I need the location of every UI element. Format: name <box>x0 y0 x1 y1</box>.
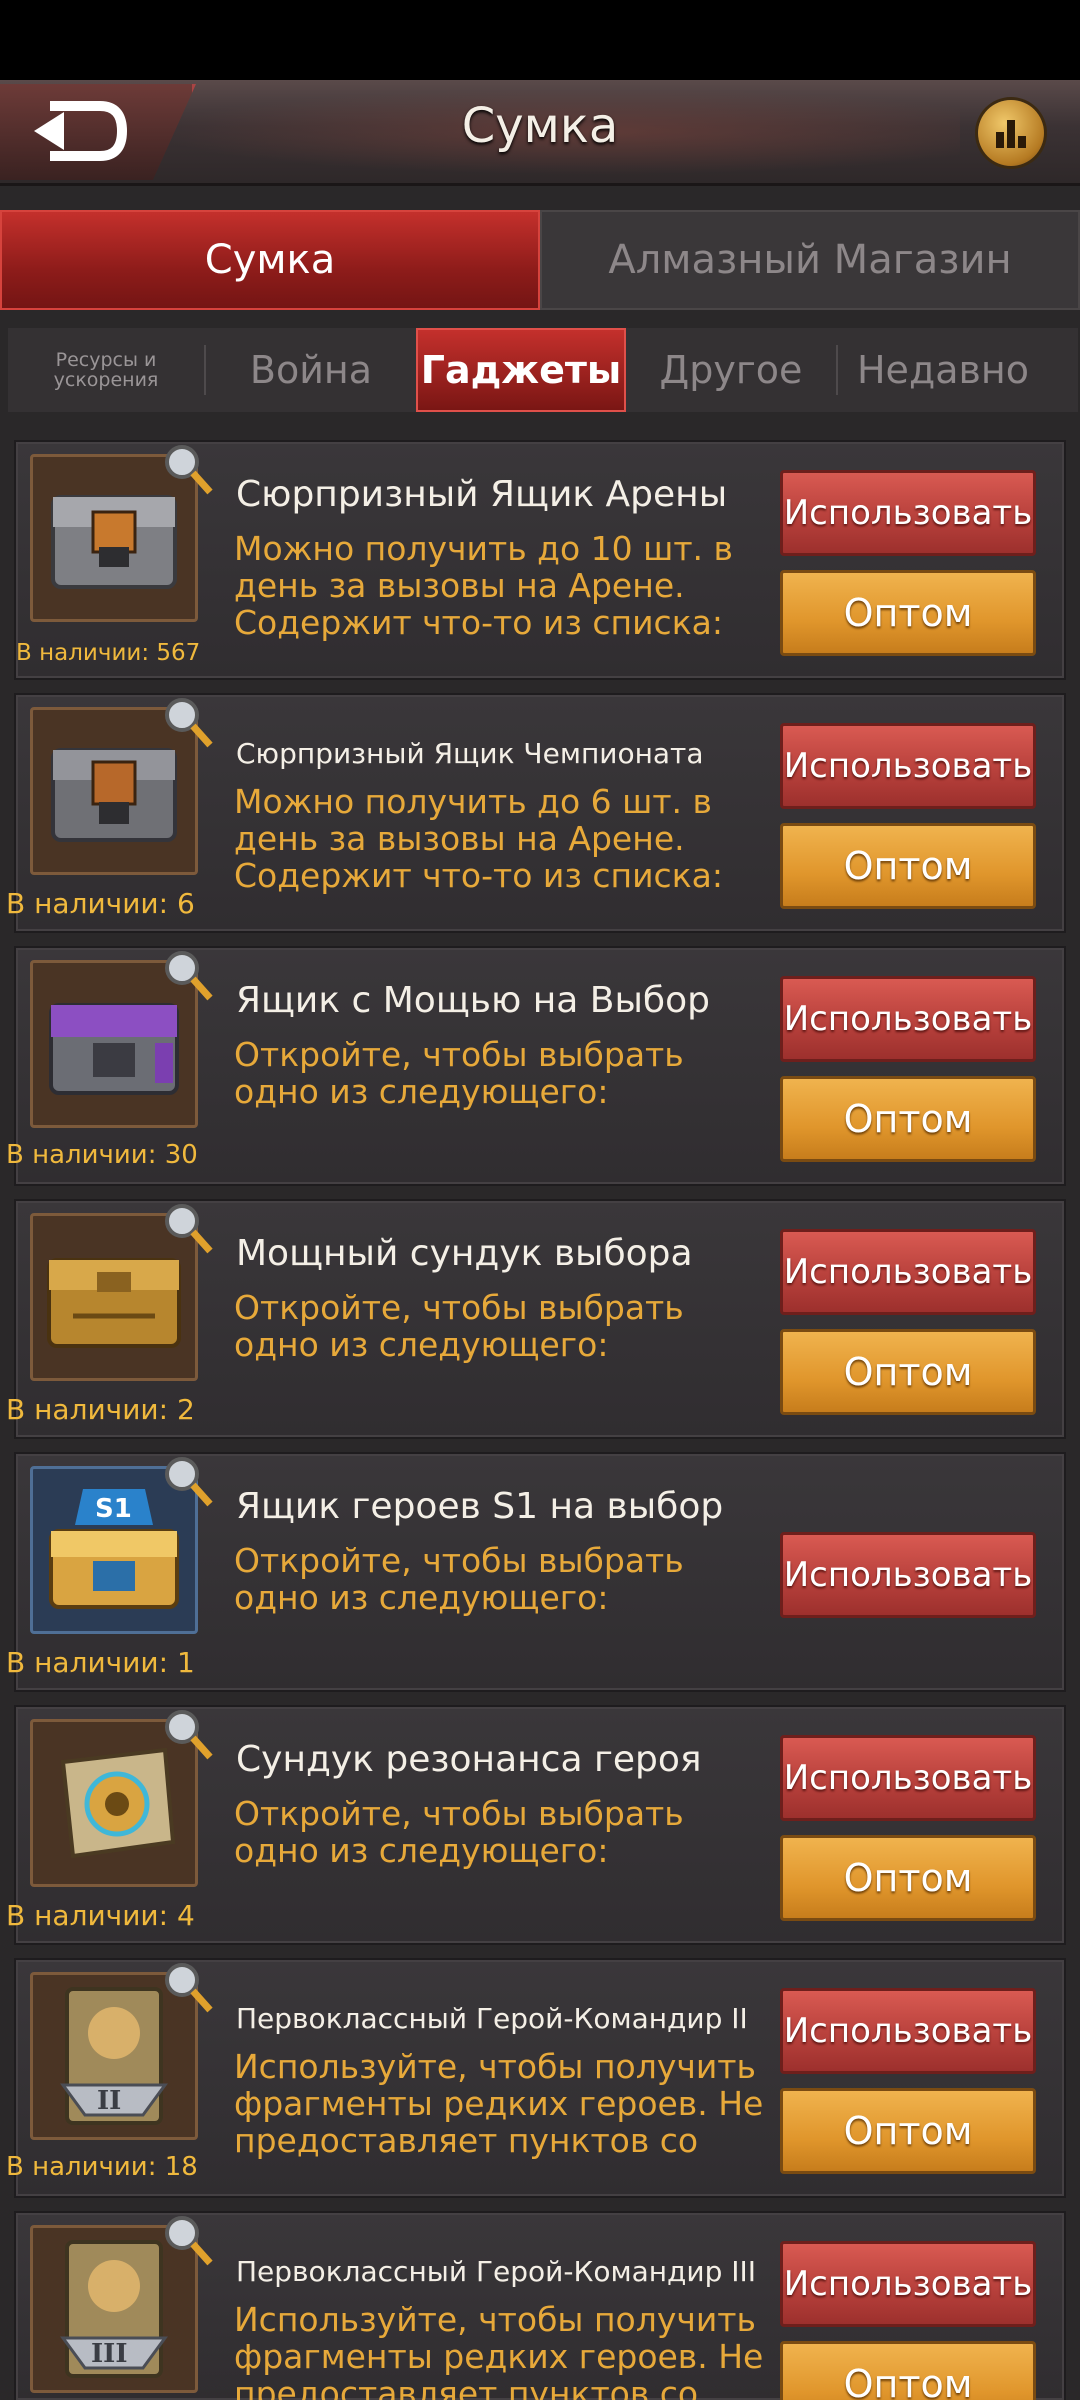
use-button[interactable]: Использовать <box>780 1735 1036 1821</box>
main-tabs: Сумка Алмазный Магазин <box>0 210 1080 310</box>
list-item: В наличии: 4 Сундук резонанса героя Откр… <box>6 1705 1066 1945</box>
list-item: В наличии: 6 Сюрпризный Ящик Чемпионата … <box>6 693 1066 933</box>
magnifier-icon[interactable] <box>160 442 216 498</box>
magnifier-icon[interactable] <box>160 948 216 1004</box>
magnifier-icon[interactable] <box>160 1707 216 1763</box>
item-description: Можно получить до 6 шт. в день за вызовы… <box>234 783 723 894</box>
tab-diamond-shop[interactable]: Алмазный Магазин <box>540 210 1080 310</box>
item-description: Используйте, чтобы получить фрагменты ре… <box>234 2301 764 2400</box>
magnifier-icon[interactable] <box>160 695 216 751</box>
item-description: Откройте, чтобы выбрать одно из следующе… <box>234 1542 684 1616</box>
item-title: Первоклассный Герой-Командир III <box>236 2255 757 2288</box>
list-item: S1 В наличии: 1 Ящик героев S1 на выбор … <box>6 1452 1066 1692</box>
tab-bag[interactable]: Сумка <box>0 210 540 310</box>
item-description: Откройте, чтобы выбрать одно из следующе… <box>234 1289 684 1363</box>
item-count: В наличии: 30 <box>6 1140 198 1170</box>
svg-text:II: II <box>97 2086 121 2116</box>
stats-button[interactable] <box>978 100 1044 166</box>
item-description: Откройте, чтобы выбрать одно из следующе… <box>234 1795 684 1869</box>
bulk-button[interactable]: Оптом <box>780 2088 1036 2174</box>
item-title: Сюрпризный Ящик Чемпионата <box>236 737 704 770</box>
bulk-button[interactable]: Оптом <box>780 1329 1036 1415</box>
tab-other[interactable]: Другое <box>626 328 836 412</box>
item-count: В наличии: 18 <box>6 2152 198 2182</box>
tab-gadgets[interactable]: Гаджеты <box>416 328 626 412</box>
bulk-button[interactable]: Оптом <box>780 823 1036 909</box>
bulk-button[interactable]: Оптом <box>780 2341 1036 2400</box>
page-title: Сумка <box>461 98 619 154</box>
tab-recent[interactable]: Недавно <box>838 328 1048 412</box>
bulk-button[interactable]: Оптом <box>780 570 1036 656</box>
item-count: В наличии: 6 <box>6 887 195 920</box>
use-button[interactable]: Использовать <box>780 723 1036 809</box>
item-title: Сундук резонанса героя <box>236 1739 702 1780</box>
item-count: В наличии: 2 <box>6 1393 195 1426</box>
top-bar: Сумка <box>0 80 1080 186</box>
svg-text:III: III <box>91 2339 128 2369</box>
list-item: В наличии: 2 Мощный сундук выбора Открой… <box>6 1199 1066 1439</box>
use-button[interactable]: Использовать <box>780 1988 1036 2074</box>
use-button[interactable]: Использовать <box>780 976 1036 1062</box>
item-count: В наличии: 4 <box>6 1899 195 1932</box>
tab-war[interactable]: Война <box>206 328 416 412</box>
item-title: Мощный сундук выбора <box>236 1233 693 1274</box>
item-count: В наличии: 1 <box>6 1646 195 1679</box>
item-title: Ящик с Мощью на Выбор <box>236 980 710 1021</box>
magnifier-icon[interactable] <box>160 1201 216 1257</box>
magnifier-icon[interactable] <box>160 2213 216 2269</box>
use-button[interactable]: Использовать <box>780 470 1036 556</box>
item-title: Первоклассный Герой-Командир II <box>236 2002 748 2035</box>
magnifier-icon[interactable] <box>160 1960 216 2016</box>
bulk-button[interactable]: Оптом <box>780 1076 1036 1162</box>
category-tabs: Ресурсы и ускорения Война Гаджеты Другое… <box>8 328 1078 412</box>
status-bar <box>0 0 1080 80</box>
list-item: II В наличии: 18 Первоклассный Герой-Ком… <box>6 1958 1066 2198</box>
list-item: В наличии: 30 Ящик с Мощью на Выбор Откр… <box>6 946 1066 1186</box>
item-title: Ящик героев S1 на выбор <box>236 1486 724 1527</box>
item-description: Можно получить до 10 шт. в день за вызов… <box>234 530 733 641</box>
use-button[interactable]: Использовать <box>780 1532 1036 1618</box>
use-button[interactable]: Использовать <box>780 2241 1036 2327</box>
item-title: Сюрпризный Ящик Арены <box>236 474 728 515</box>
item-description: Используйте, чтобы получить фрагменты ре… <box>234 2048 764 2159</box>
item-count: В наличии: 567 <box>16 640 201 666</box>
list-item: III Первоклассный Герой-Командир III Исп… <box>14 2211 1066 2400</box>
list-item: В наличии: 567 Сюрпризный Ящик Арены Мож… <box>14 440 1066 680</box>
tab-resources[interactable]: Ресурсы и ускорения <box>8 328 204 412</box>
use-button[interactable]: Использовать <box>780 1229 1036 1315</box>
magnifier-icon[interactable] <box>160 1454 216 1510</box>
bar-chart-icon <box>996 120 1026 148</box>
bulk-button[interactable]: Оптом <box>780 1835 1036 1921</box>
item-description: Откройте, чтобы выбрать одно из следующе… <box>234 1036 684 1110</box>
svg-text:S1: S1 <box>95 1494 132 1524</box>
